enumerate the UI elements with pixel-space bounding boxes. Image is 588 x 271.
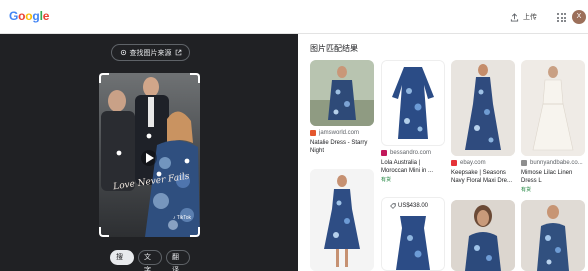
result-site: jamsworld.com: [319, 130, 360, 136]
result-site: bessandro.com: [390, 150, 432, 156]
result-thumbnail[interactable]: [381, 60, 445, 146]
result-thumbnail[interactable]: [310, 169, 374, 271]
result-card[interactable]: bunnyandbabe.co... Mimose Lilac Linen Dr…: [521, 60, 585, 193]
result-thumbnail[interactable]: [521, 200, 585, 271]
open-external-icon: [175, 49, 181, 56]
avatar[interactable]: X: [572, 10, 586, 24]
site-favicon-icon: [310, 130, 316, 136]
result-thumbnail[interactable]: [521, 60, 585, 156]
google-logo[interactable]: Google: [9, 9, 49, 23]
lens-image-panel: 查找图片来源 Love Never Fails ♪ TikTok 搜索 文字 翻…: [0, 34, 298, 271]
result-card[interactable]: [310, 169, 374, 271]
result-site: ebay.com: [460, 160, 486, 166]
top-bar: Google 上传 X: [0, 0, 588, 34]
tab-translate[interactable]: 翻译: [166, 250, 190, 271]
find-image-source-label: 查找图片来源: [129, 49, 172, 57]
crop-handle-bottom-left[interactable]: [99, 227, 109, 237]
result-title[interactable]: Natalie Dress - Starry Night: [310, 139, 374, 155]
logo-letter: g: [32, 9, 40, 23]
in-stock-badge: 有货: [521, 187, 532, 193]
results-heading: 图片匹配结果: [310, 44, 358, 53]
in-stock-badge: 有货: [381, 177, 392, 183]
result-card[interactable]: jamsworld.com Natalie Dress - Starry Nig…: [310, 60, 374, 155]
find-image-source-button[interactable]: 查找图片来源: [111, 44, 190, 61]
results-panel: 图片匹配结果 jamsworld.com Natalie Dress - Sta…: [298, 34, 588, 271]
price-value: US$438.00: [398, 203, 429, 209]
logo-letter: e: [42, 9, 50, 23]
logo-letter: o: [25, 9, 33, 23]
price-tag-icon: [390, 203, 396, 209]
crop-handle-top-right[interactable]: [190, 73, 200, 83]
result-source: bunnyandbabe.co...: [521, 160, 585, 166]
result-title[interactable]: Lola Australia | Moroccan Mini in ...: [381, 159, 445, 175]
lens-icon: [120, 49, 126, 56]
result-card[interactable]: [521, 200, 585, 271]
result-thumbnail[interactable]: [451, 200, 515, 271]
result-card[interactable]: ebay.com Keepsake | Seasons Navy Floral …: [451, 60, 515, 185]
upload-button[interactable]: 上传: [510, 12, 537, 22]
crop-handle-bottom-right[interactable]: [190, 227, 200, 237]
upload-label: 上传: [523, 14, 537, 21]
result-card[interactable]: bessandro.com Lola Australia | Moroccan …: [381, 60, 445, 183]
photo-illustration: [99, 73, 200, 237]
price-chip: US$438.00: [387, 202, 433, 210]
result-title[interactable]: Mimose Lilac Linen Dress L: [521, 169, 585, 185]
site-favicon-icon: [381, 150, 387, 156]
result-thumbnail[interactable]: [451, 60, 515, 156]
result-card[interactable]: US$438.00: [381, 197, 445, 271]
result-source: jamsworld.com: [310, 130, 374, 136]
result-site: bunnyandbabe.co...: [530, 160, 583, 166]
logo-letter: G: [9, 9, 19, 23]
apps-grid-icon[interactable]: [557, 13, 566, 22]
result-card[interactable]: [451, 200, 515, 271]
result-thumbnail[interactable]: US$438.00: [381, 197, 445, 271]
result-source: bessandro.com: [381, 150, 445, 156]
site-favicon-icon: [451, 160, 457, 166]
uploaded-photo[interactable]: Love Never Fails ♪ TikTok: [99, 73, 200, 237]
result-source: ebay.com: [451, 160, 515, 166]
upload-icon: [510, 12, 519, 22]
tiktok-watermark-icon: ♪ TikTok: [173, 215, 192, 221]
tab-text[interactable]: 文字: [138, 250, 162, 271]
result-thumbnail[interactable]: [310, 60, 374, 126]
result-title[interactable]: Keepsake | Seasons Navy Floral Maxi Dre.…: [451, 169, 515, 185]
lens-mode-tabs: 搜索 文字 翻译: [110, 250, 190, 271]
site-favicon-icon: [521, 160, 527, 166]
tab-search[interactable]: 搜索: [110, 250, 134, 271]
logo-letter: o: [18, 9, 26, 23]
crop-handle-top-left[interactable]: [99, 73, 109, 83]
